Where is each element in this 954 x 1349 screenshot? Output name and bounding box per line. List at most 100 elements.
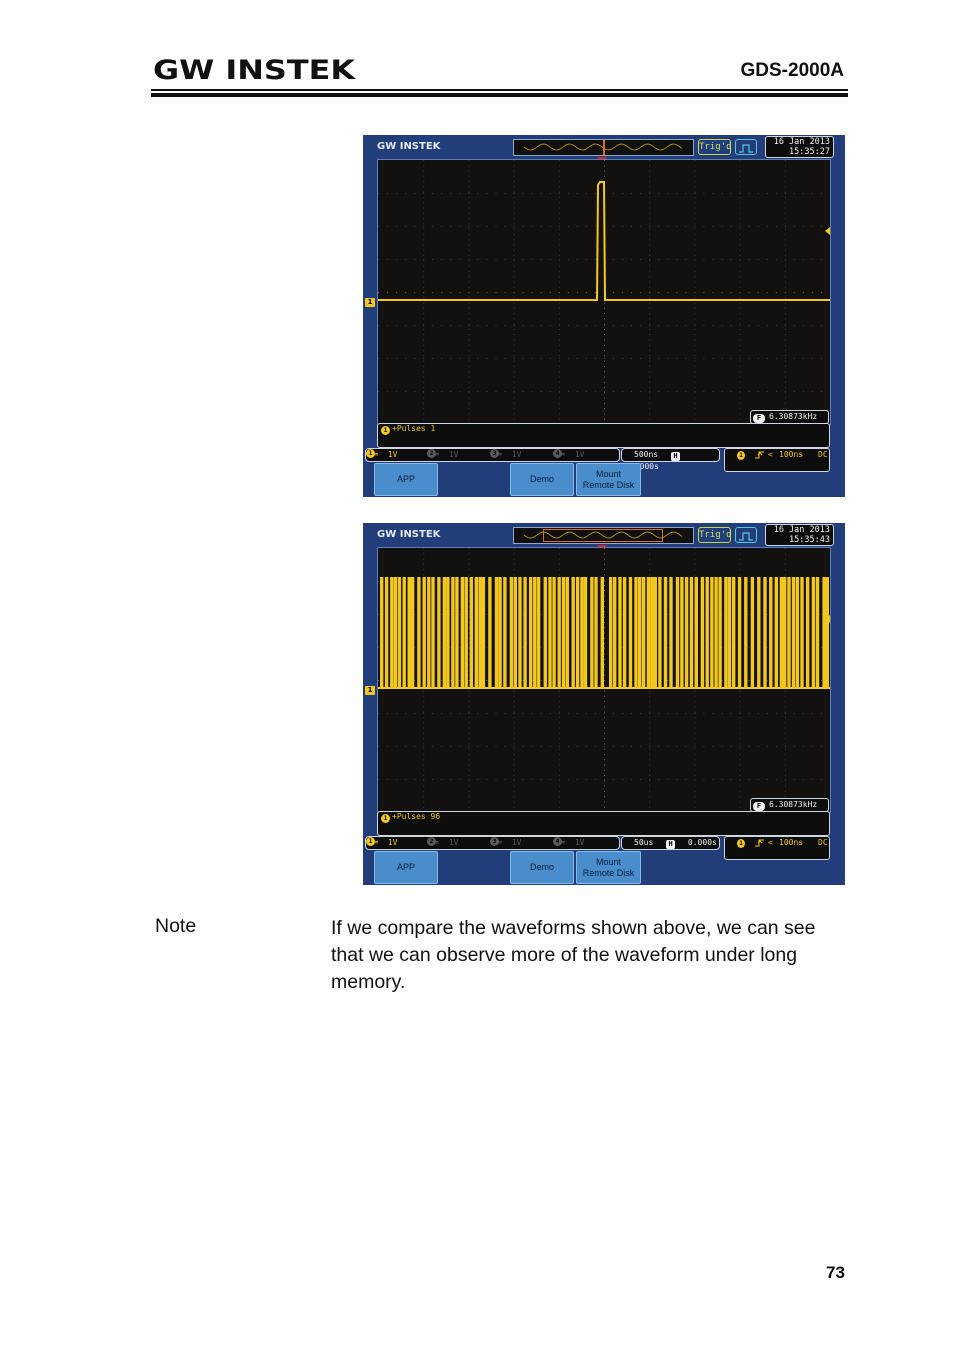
grid-dot (468, 255, 470, 256)
trigger-settings[interactable]: 1 < 100ns DC (724, 448, 830, 472)
grid-dot (604, 318, 605, 320)
date-text: 16 Jan 2013 (773, 525, 830, 535)
trigger-settings[interactable]: 1 < 100ns DC (724, 836, 830, 860)
grid-dot (513, 181, 515, 183)
grid-dot (441, 292, 443, 293)
horizontal-status[interactable]: 50us H 0.000s (621, 836, 720, 850)
trigger-condition: < (768, 838, 773, 847)
grid-dot (694, 360, 696, 362)
grid-dot (694, 713, 696, 714)
mount-remote-disk-button[interactable]: Mount Remote Disk (576, 463, 641, 496)
grid-dot (640, 325, 642, 326)
grid-dot (766, 391, 768, 392)
demo-button[interactable]: Demo (510, 851, 574, 884)
ch1-ground-marker[interactable]: 1 (365, 686, 375, 695)
grid-dot (694, 334, 696, 336)
grid-dot (558, 695, 560, 697)
channel-4-status[interactable]: 4 ═ 1V (553, 837, 584, 849)
grid-dot (730, 226, 732, 227)
grid-dot (784, 165, 786, 167)
memory-overview-bar[interactable] (513, 527, 694, 544)
grid-dot (486, 193, 488, 194)
grid-dot (558, 376, 560, 378)
grid-dot (423, 764, 425, 766)
grid-dot (604, 350, 605, 352)
channel-status-bar[interactable]: 1 ═ 1V 2 ═ 1V 3 ═ 1V 4 ═ 1V (365, 448, 620, 462)
grid-dot (676, 358, 678, 359)
grid-dot (739, 344, 741, 346)
grid-dot (694, 239, 696, 241)
oscilloscope-screenshot-long-memory: GW INSTEK Trig'd 16 Jan 2013 15:35:43 1 … (363, 523, 845, 885)
grid-dot (468, 606, 470, 608)
grid-dot (396, 292, 398, 293)
grid-dot (513, 365, 515, 367)
grid-dot (486, 226, 488, 227)
grid-dot (649, 318, 651, 320)
grid-dot (468, 360, 470, 362)
app-button[interactable]: APP (374, 463, 438, 496)
ch1-ground-marker[interactable]: 1 (365, 298, 375, 307)
grid-dot (396, 358, 398, 359)
grid-dot (585, 779, 587, 780)
demo-button[interactable]: Demo (510, 463, 574, 496)
grid-dot (513, 228, 515, 230)
grid-dot (558, 801, 560, 803)
grid-dot (459, 259, 461, 260)
channel-status-bar[interactable]: 1 ═ 1V 2 ═ 1V 3 ═ 1V 4 ═ 1V (365, 836, 620, 850)
trigger-level-marker-icon[interactable] (825, 615, 830, 623)
channel-1-status[interactable]: 1 ═ 1V (366, 449, 397, 461)
grid-dot (649, 548, 651, 549)
grid-dot (676, 779, 678, 780)
grid-dot (414, 358, 416, 359)
grid-dot (585, 358, 587, 359)
grid-dot (793, 325, 795, 326)
horizontal-status[interactable]: 500ns H 0.000s (621, 448, 720, 471)
grid-dot (739, 775, 741, 776)
grid-dot (504, 358, 506, 359)
grid-dot (423, 249, 425, 251)
trigger-level-marker-icon[interactable] (825, 227, 830, 235)
grid-dot (423, 743, 425, 745)
grid-dot (513, 764, 515, 766)
channel-2-status[interactable]: 2 ═ 1V (427, 449, 458, 461)
grid-dot (513, 260, 515, 262)
grid-dot (667, 614, 669, 615)
channel-3-status[interactable]: 3 ═ 1V (490, 449, 521, 461)
grid-dot (414, 292, 416, 293)
channel-3-status[interactable]: 3 ═ 1V (490, 837, 521, 849)
grid-dot (513, 207, 515, 209)
channel-4-status[interactable]: 4 ═ 1V (553, 449, 584, 461)
grid-dot (513, 381, 515, 383)
grid-dot (793, 259, 795, 260)
memory-overview-bar[interactable] (513, 139, 694, 156)
channel-1-status[interactable]: 1 ═ 1V (366, 837, 397, 849)
grid-dot (739, 769, 741, 771)
grid-dot (694, 402, 696, 404)
grid-dot (585, 713, 587, 714)
grid-dot (802, 779, 804, 780)
grid-dot (784, 381, 786, 383)
measurement-value: +Pulses 1 (392, 424, 436, 433)
grid-dot (604, 632, 605, 634)
grid-dot (423, 193, 425, 194)
mount-remote-disk-button[interactable]: Mount Remote Disk (576, 851, 641, 884)
grid-dot (558, 759, 560, 761)
grid-dot (649, 233, 651, 235)
grid-dot (558, 197, 560, 198)
grid-dot (513, 402, 515, 404)
grid-dot (558, 408, 560, 410)
app-button[interactable]: APP (374, 851, 438, 884)
grid-dot (459, 193, 461, 194)
grid-dot (604, 648, 605, 650)
grid-dot (649, 695, 651, 697)
grid-dot (739, 233, 741, 235)
grid-dot (604, 621, 605, 623)
grid-dot (423, 270, 425, 272)
grid-dot (811, 713, 813, 714)
grid-dot (784, 727, 786, 729)
grid-dot (694, 553, 696, 555)
grid-dot (405, 292, 407, 293)
grid-dot (423, 202, 425, 204)
grid-dot (694, 381, 696, 383)
channel-2-status[interactable]: 2 ═ 1V (427, 837, 458, 849)
